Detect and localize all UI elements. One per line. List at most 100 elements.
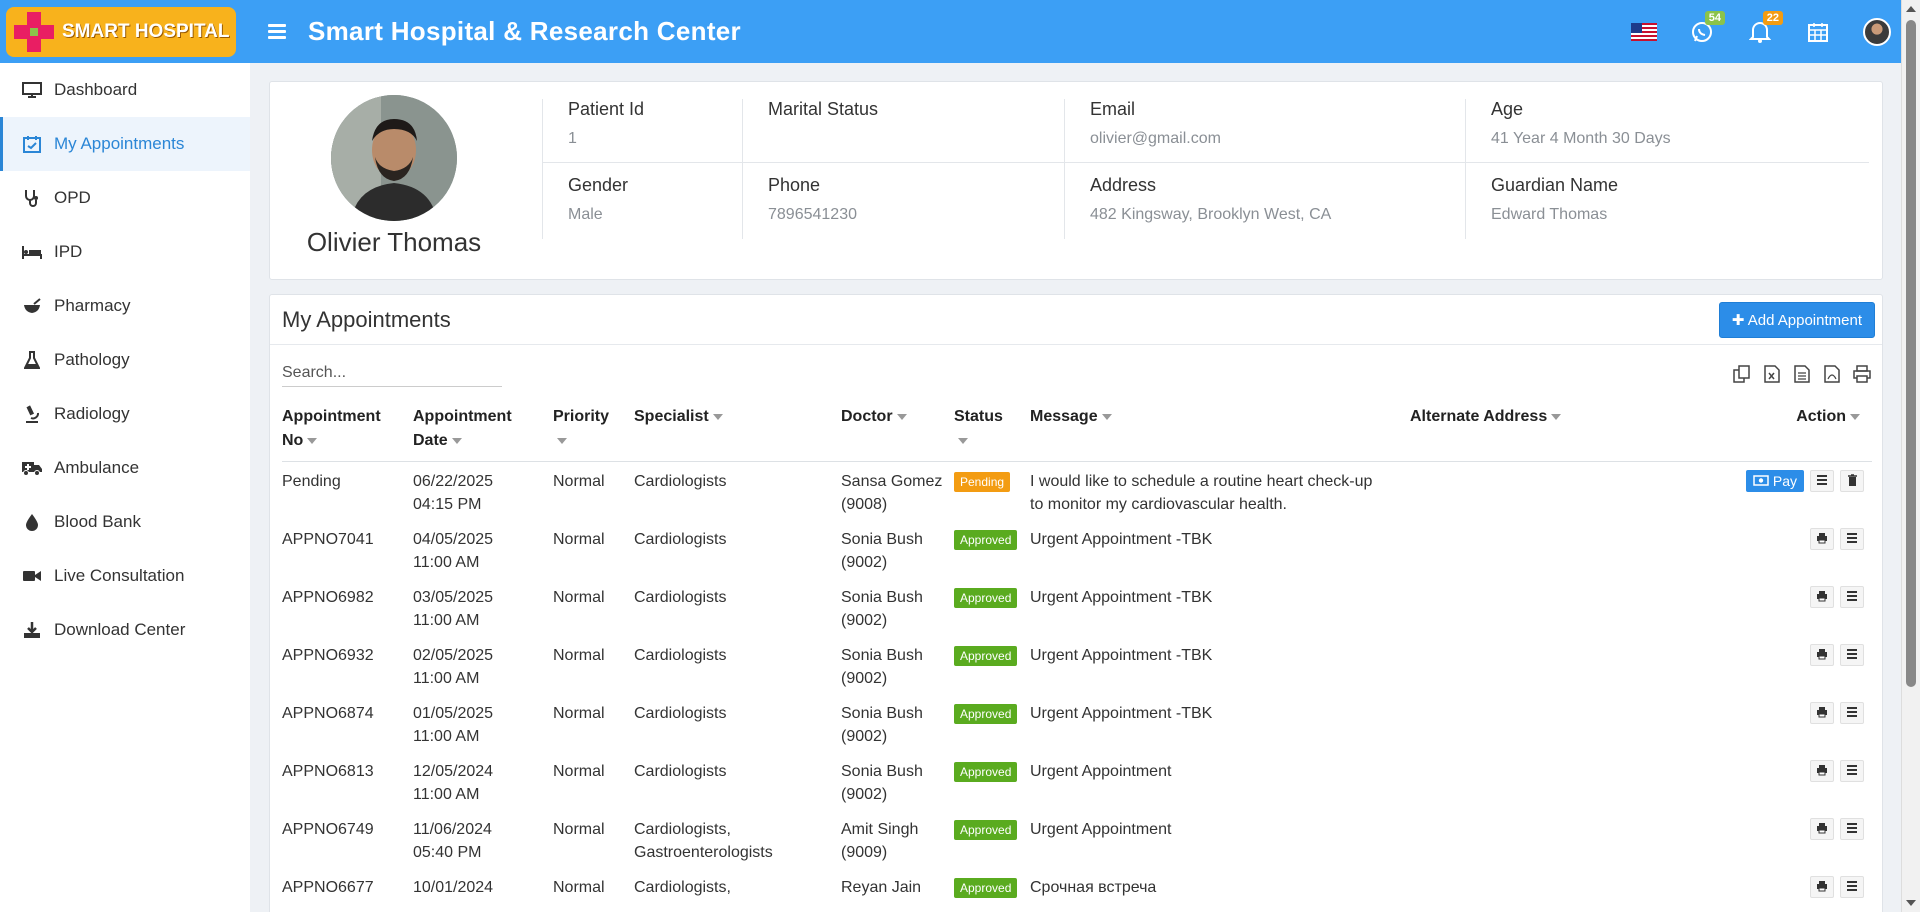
sort-caret-icon [958, 437, 968, 444]
print-button[interactable] [1810, 760, 1834, 782]
sidebar-item-pathology[interactable]: Pathology [0, 333, 250, 387]
pay-button[interactable]: Pay [1745, 470, 1804, 492]
download-icon [20, 620, 44, 640]
message-cell: Urgent Appointment [1030, 821, 1172, 838]
sidebar-item-radiology[interactable]: Radiology [0, 387, 250, 441]
col-specialist[interactable]: Specialist [634, 403, 841, 462]
action-cell [1710, 636, 1872, 694]
details-menu-button[interactable] [1840, 528, 1864, 550]
app-logo[interactable]: SMART HOSPITAL [6, 6, 236, 57]
table-row: APPNO6813 12/05/2024 11:00 AM Normal Card… [282, 752, 1872, 810]
age-cell: Age 41 Year 4 Month 30 Days [1465, 99, 1869, 163]
scroll-down-icon[interactable] [1906, 900, 1916, 906]
col-status[interactable]: Status [954, 403, 1030, 462]
sidebar-item-dashboard[interactable]: Dashboard [0, 63, 250, 117]
sidebar-item-pharmacy[interactable]: Pharmacy [0, 279, 250, 333]
print-button[interactable] [1810, 644, 1834, 666]
add-appointment-button[interactable]: ✚ Add Appointment [1718, 301, 1875, 338]
sidebar-item-label: Ambulance [54, 458, 140, 477]
sidebar-item-ipd[interactable]: IPD [0, 225, 250, 279]
print-button[interactable] [1810, 876, 1834, 898]
details-menu-button[interactable] [1840, 586, 1864, 608]
delete-button[interactable] [1840, 470, 1864, 492]
gender-cell: Gender Male [542, 163, 742, 239]
bed-icon [20, 242, 44, 262]
calendar-icon[interactable] [1805, 19, 1831, 45]
col-priority[interactable]: Priority [553, 403, 634, 462]
row-actions [1710, 818, 1872, 840]
message-cell: Urgent Appointment -TBK [1030, 589, 1213, 606]
top-header: SMART HOSPITAL Smart Hospital & Research… [0, 0, 1901, 63]
appointment-date-cell: 02/05/2025 11:00 AM [413, 647, 494, 687]
age-label: Age [1491, 99, 1524, 119]
details-menu-button[interactable] [1810, 470, 1834, 492]
mortar-pestle-icon [20, 296, 44, 316]
user-avatar[interactable] [1863, 17, 1891, 46]
search-input[interactable] [282, 360, 502, 387]
specialist-cell: Cardiologists [634, 531, 727, 548]
sidebar-item-live-consultation[interactable]: Live Consultation [0, 549, 250, 603]
monitor-icon [20, 80, 44, 100]
message-cell: Срочная встреча [1030, 879, 1157, 896]
sort-caret-icon [1551, 413, 1562, 420]
csv-icon[interactable] [1792, 364, 1812, 384]
ambulance-icon [20, 458, 44, 478]
table-row: APPNO6874 01/05/2025 11:00 AM Normal Card… [282, 694, 1872, 752]
copy-icon[interactable] [1732, 364, 1752, 384]
appointment-no-cell: APPNO6982 [282, 589, 374, 606]
appointments-table: Appointment No Appointment Date Priority S… [282, 403, 1872, 903]
sidebar-item-blood-bank[interactable]: Blood Bank [0, 495, 250, 549]
status-cell: Approved [954, 694, 1030, 752]
sidebar-item-my-appointments[interactable]: My Appointments [0, 117, 250, 171]
appointment-no-cell: Pending [282, 473, 341, 490]
doctor-cell: Sonia Bush (9002) [841, 647, 923, 687]
message-cell: I would like to schedule a routine heart… [1030, 473, 1373, 513]
logo-cross-icon [6, 7, 62, 57]
col-doctor[interactable]: Doctor [841, 403, 954, 462]
scrollbar-thumb[interactable] [1906, 20, 1916, 687]
col-action[interactable]: Action [1710, 403, 1872, 462]
bell-icon[interactable]: 22 [1747, 10, 1783, 45]
col-appointment-date[interactable]: Appointment Date [413, 403, 553, 462]
print-button[interactable] [1810, 818, 1834, 840]
appointment-no-cell: APPNO7041 [282, 531, 374, 548]
details-menu-button[interactable] [1840, 818, 1864, 840]
sidebar-item-label: Blood Bank [54, 512, 141, 531]
excel-icon[interactable] [1762, 364, 1782, 384]
whatsapp-icon[interactable]: 54 [1689, 10, 1725, 45]
print-button[interactable] [1810, 702, 1834, 724]
details-menu-button[interactable] [1840, 876, 1864, 898]
patient-id-cell: Patient Id 1 [542, 99, 742, 163]
print-icon[interactable] [1852, 364, 1872, 384]
col-message[interactable]: Message [1030, 403, 1410, 462]
appointment-no-cell: APPNO6874 [282, 705, 374, 722]
status-cell: Approved [954, 636, 1030, 694]
sort-caret-icon [1101, 413, 1112, 420]
print-button[interactable] [1810, 528, 1834, 550]
priority-cell: Normal [553, 473, 605, 490]
menu-icon [1846, 876, 1858, 899]
appointment-date-cell: 10/01/2024 [413, 879, 494, 896]
sidebar-item-ambulance[interactable]: Ambulance [0, 441, 250, 495]
priority-cell: Normal [553, 647, 605, 664]
appointments-header: My Appointments ✚ Add Appointment [270, 295, 1882, 345]
sidebar-item-download-center[interactable]: Download Center [0, 603, 250, 657]
scroll-up-icon[interactable] [1906, 6, 1916, 12]
appointment-no-cell: APPNO6749 [282, 821, 374, 838]
status-badge: Approved [954, 588, 1018, 608]
sidebar-item-opd[interactable]: OPD [0, 171, 250, 225]
menu-toggle-icon[interactable] [268, 24, 286, 39]
appointment-no-cell: APPNO6677 [282, 879, 374, 896]
language-flag-icon[interactable] [1631, 19, 1657, 45]
col-alternate-address[interactable]: Alternate Address [1410, 403, 1710, 462]
col-appointment-no[interactable]: Appointment No [282, 403, 413, 462]
pdf-icon[interactable] [1822, 364, 1842, 384]
print-button[interactable] [1810, 586, 1834, 608]
page-scrollbar[interactable] [1901, 0, 1920, 912]
details-menu-button[interactable] [1840, 702, 1864, 724]
doctor-cell: Sansa Gomez (9008) [841, 473, 943, 513]
details-menu-button[interactable] [1840, 760, 1864, 782]
details-menu-button[interactable] [1840, 644, 1864, 666]
appointment-date-cell: 11/06/2024 05:40 PM [413, 821, 492, 861]
alternate-address-cell [1410, 868, 1710, 903]
